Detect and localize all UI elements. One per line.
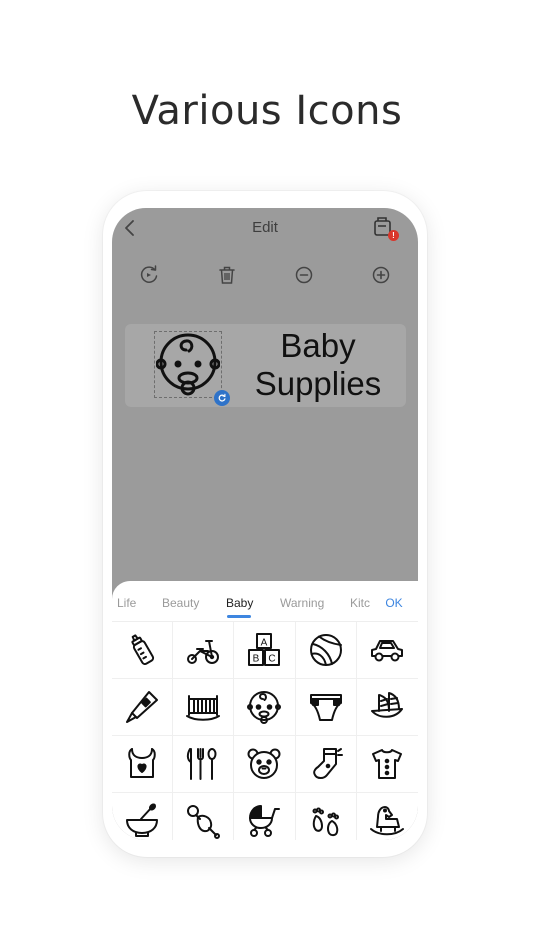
rotate-handle[interactable] bbox=[214, 390, 230, 406]
printer-button[interactable]: ! bbox=[372, 216, 399, 241]
icon-cell[interactable] bbox=[173, 736, 235, 793]
icon-cell[interactable] bbox=[234, 793, 296, 840]
edit-toolbar bbox=[112, 264, 418, 288]
icon-cell[interactable] bbox=[112, 679, 174, 736]
baby-face-icon[interactable] bbox=[156, 332, 220, 398]
active-tab-indicator bbox=[227, 615, 251, 618]
baby-sock-icon bbox=[312, 748, 343, 779]
diaper-icon bbox=[309, 694, 342, 721]
icon-cell[interactable] bbox=[356, 736, 418, 793]
abc-blocks-icon: A B C bbox=[248, 633, 281, 666]
icon-cell[interactable] bbox=[356, 679, 418, 736]
icon-cell[interactable]: A B C bbox=[234, 622, 296, 679]
label-text[interactable]: Baby Supplies bbox=[233, 327, 403, 403]
label-line-2: Supplies bbox=[254, 365, 382, 402]
icon-cell[interactable] bbox=[356, 622, 418, 679]
label-line-1: Baby bbox=[280, 327, 356, 364]
teddy-bear-icon bbox=[247, 748, 281, 779]
thermometer-icon bbox=[126, 691, 159, 723]
stroller-icon bbox=[249, 805, 281, 837]
footprints-icon bbox=[312, 807, 339, 837]
icon-cell[interactable] bbox=[357, 793, 418, 840]
tab-beauty[interactable]: Beauty bbox=[162, 596, 199, 610]
icon-cell[interactable] bbox=[234, 679, 296, 736]
tab-life[interactable]: Life bbox=[117, 596, 136, 610]
icon-cell[interactable] bbox=[173, 679, 235, 736]
baby-face-icon bbox=[247, 691, 282, 724]
toy-boat-icon bbox=[371, 692, 404, 718]
block-letter-b: B bbox=[253, 654, 260, 665]
category-tabs: Life Beauty Baby Warning Kitchen OK bbox=[112, 581, 418, 621]
rocking-horse-icon bbox=[370, 806, 405, 836]
top-bar: Edit ! bbox=[112, 208, 418, 248]
phone-frame: Edit ! Baby Supplies Life Beauty Baby Wa… bbox=[103, 191, 427, 857]
editor-screen: Edit ! Baby Supplies Life Beauty Baby Wa… bbox=[112, 208, 418, 840]
baby-shirt-icon bbox=[372, 749, 403, 779]
block-letter-c: C bbox=[269, 654, 276, 665]
toy-car-icon bbox=[371, 640, 404, 662]
tricycle-icon bbox=[187, 640, 220, 664]
zoom-in-icon[interactable] bbox=[370, 264, 392, 286]
baby-bottle-icon bbox=[131, 634, 155, 666]
label-preview[interactable]: Baby Supplies bbox=[125, 324, 406, 407]
tab-warning[interactable]: Warning bbox=[280, 596, 324, 610]
ball-icon bbox=[309, 634, 342, 666]
crib-icon bbox=[186, 695, 221, 721]
trash-icon[interactable] bbox=[216, 264, 238, 286]
pacifier-icon bbox=[187, 805, 221, 839]
back-icon[interactable] bbox=[122, 218, 138, 238]
icon-cell[interactable] bbox=[112, 736, 174, 793]
icon-cell[interactable] bbox=[112, 793, 174, 840]
icon-grid: A B C bbox=[112, 622, 418, 840]
tab-baby[interactable]: Baby bbox=[226, 596, 253, 610]
icon-cell[interactable] bbox=[295, 622, 357, 679]
rotate-icon[interactable] bbox=[138, 264, 160, 286]
icon-cell[interactable] bbox=[234, 736, 296, 793]
rotate-arrows-icon bbox=[218, 393, 226, 402]
printer-status-badge: ! bbox=[388, 230, 399, 241]
zoom-out-icon[interactable] bbox=[293, 264, 315, 286]
icon-cell[interactable] bbox=[296, 793, 357, 840]
icon-picker-sheet: Life Beauty Baby Warning Kitchen OK bbox=[112, 581, 418, 840]
icon-cell[interactable] bbox=[173, 793, 235, 840]
page-headline: Various Icons bbox=[131, 88, 403, 134]
icon-cell[interactable] bbox=[112, 622, 174, 679]
baby-bowl-icon bbox=[126, 803, 159, 837]
bib-icon bbox=[128, 748, 156, 778]
ok-button[interactable]: OK bbox=[370, 581, 418, 621]
icon-cell[interactable] bbox=[295, 679, 357, 736]
block-letter-a: A bbox=[261, 638, 268, 649]
cutlery-icon bbox=[187, 748, 217, 780]
icon-cell[interactable] bbox=[173, 622, 235, 679]
icon-cell[interactable] bbox=[295, 736, 357, 793]
